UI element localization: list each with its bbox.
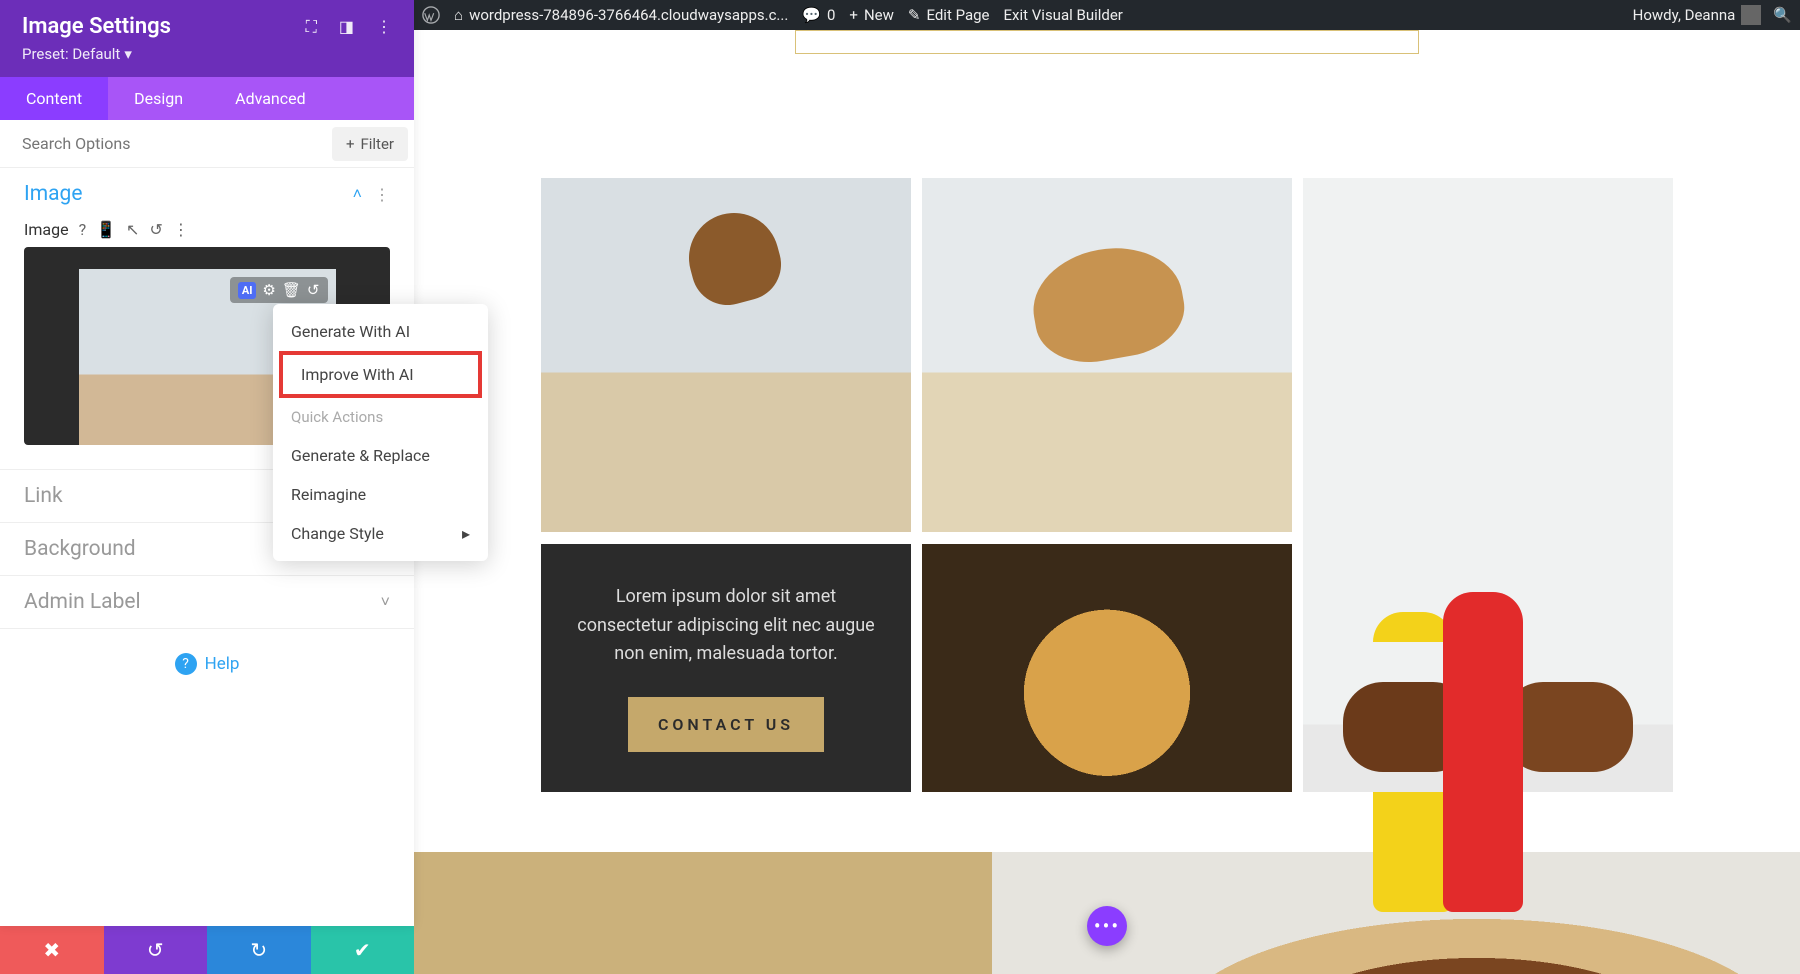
image-grid: Lorem ipsum dolor sit amet consectetur a… [541, 178, 1673, 792]
chevron-up-icon: ˄ [353, 184, 362, 204]
home-icon: ⌂ [454, 6, 463, 24]
avatar [1741, 5, 1761, 25]
image-field-row: Image ? 📱 ↖ ↺ ⋮ [24, 220, 390, 239]
wp-adminbar: ⌂wordpress-784896-3766464.cloudwaysapps.… [414, 0, 1800, 30]
image-toolbar: AI ⚙ 🗑 ↺ [230, 277, 328, 303]
ai-dropdown: Generate With AI Improve With AI Quick A… [273, 304, 488, 561]
dd-generate-replace[interactable]: Generate & Replace [273, 436, 488, 475]
contact-us-button[interactable]: CONTACT US [628, 697, 824, 752]
more-icon[interactable]: ⋮ [376, 17, 392, 37]
dd-reimagine[interactable]: Reimagine [273, 475, 488, 514]
sidebar-action-bar: ✖ ↺ ↻ ✔ [0, 926, 414, 974]
dd-generate-with-ai[interactable]: Generate With AI [273, 312, 488, 351]
selected-module-outline[interactable] [795, 30, 1419, 54]
tab-design[interactable]: Design [108, 77, 209, 120]
filter-button[interactable]: +Filter [332, 127, 408, 161]
edit-page-link[interactable]: ✎Edit Page [908, 6, 990, 24]
plus-icon: + [346, 135, 355, 153]
cta-card: Lorem ipsum dolor sit amet consectetur a… [541, 544, 911, 792]
section-more-icon[interactable]: ⋮ [374, 185, 390, 204]
cta-text: Lorem ipsum dolor sit amet consectetur a… [571, 583, 881, 669]
save-button[interactable]: ✔ [311, 926, 415, 974]
reset-icon[interactable]: ↺ [149, 220, 162, 239]
wp-logo-icon[interactable] [422, 6, 440, 24]
mobile-icon[interactable]: 📱 [96, 220, 116, 239]
bottom-left-panel[interactable] [414, 852, 992, 974]
tab-content[interactable]: Content [0, 77, 108, 120]
redo-button[interactable]: ↻ [207, 926, 311, 974]
help-link[interactable]: ? Help [0, 629, 414, 699]
section-admin-label: Admin Label ˅ [0, 576, 414, 629]
cursor-icon[interactable]: ↖ [126, 220, 139, 239]
sidebar-header: Image Settings ⛶ ◨ ⋮ Preset: Default ▾ [0, 0, 414, 77]
site-link[interactable]: ⌂wordpress-784896-3766464.cloudwaysapps.… [454, 6, 788, 24]
plus-icon: + [849, 6, 858, 24]
chevron-down-icon: ˅ [381, 592, 390, 612]
settings-title: Image Settings [22, 14, 171, 39]
search-icon[interactable]: 🔍 [1773, 6, 1792, 24]
howdy-link[interactable]: Howdy, Deanna [1633, 5, 1762, 25]
cancel-button[interactable]: ✖ [0, 926, 104, 974]
dd-improve-with-ai[interactable]: Improve With AI [279, 351, 482, 398]
undo-button[interactable]: ↺ [104, 926, 208, 974]
trash-icon[interactable]: 🗑 [282, 281, 301, 299]
help-icon[interactable]: ? [79, 220, 87, 239]
gear-icon[interactable]: ⚙ [262, 281, 275, 299]
preset-selector[interactable]: Preset: Default ▾ [22, 45, 392, 63]
pencil-icon: ✎ [908, 6, 921, 24]
field-more-icon[interactable]: ⋮ [173, 220, 189, 239]
exit-builder-link[interactable]: Exit Visual Builder [1004, 6, 1123, 24]
ai-badge[interactable]: AI [238, 282, 257, 299]
page-content: Lorem ipsum dolor sit amet consectetur a… [414, 30, 1800, 974]
dd-quick-actions-header: Quick Actions [273, 398, 488, 436]
comment-icon: 💬 [802, 6, 821, 24]
settings-tabs: Content Design Advanced [0, 77, 414, 120]
section-image-header[interactable]: Image ˄ ⋮ [0, 168, 414, 220]
grid-image-2[interactable] [922, 178, 1292, 532]
expand-icon[interactable]: ⛶ [306, 17, 317, 37]
chevron-right-icon: ▸ [462, 524, 470, 543]
dd-change-style[interactable]: Change Style ▸ [273, 514, 488, 553]
search-row: +Filter [0, 120, 414, 168]
search-input[interactable] [0, 120, 332, 167]
builder-fab[interactable]: ••• [1087, 906, 1127, 946]
grid-image-4[interactable] [922, 544, 1292, 792]
grid-image-1[interactable] [541, 178, 911, 532]
new-link[interactable]: +New [849, 6, 893, 24]
reset-image-icon[interactable]: ↺ [307, 281, 320, 299]
chevron-down-icon: ▾ [124, 45, 132, 63]
section-admin-header[interactable]: Admin Label ˅ [0, 576, 414, 628]
help-badge-icon: ? [175, 653, 197, 675]
dock-icon[interactable]: ◨ [339, 17, 354, 37]
comments-link[interactable]: 💬0 [802, 6, 835, 24]
grid-image-3[interactable] [1303, 178, 1673, 792]
tab-advanced[interactable]: Advanced [209, 77, 332, 120]
